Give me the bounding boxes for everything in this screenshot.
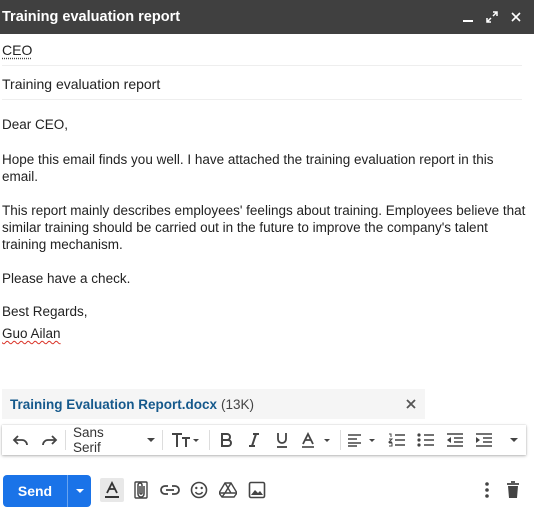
attachment-filename[interactable]: Training Evaluation Report.docx: [10, 397, 217, 412]
redo-icon[interactable]: [38, 430, 60, 450]
toolbar-divider: [209, 430, 210, 450]
closing-text: Best Regards,: [2, 304, 88, 319]
compose-actions-bar: Send: [0, 470, 534, 510]
toolbar-divider: [65, 430, 66, 450]
underline-icon[interactable]: [272, 430, 292, 450]
send-button[interactable]: Send: [3, 475, 91, 507]
send-label: Send: [17, 483, 53, 499]
italic-icon[interactable]: [244, 430, 264, 450]
attachment-size: (13K): [221, 396, 255, 412]
bold-icon[interactable]: [216, 430, 236, 450]
remove-attachment-icon[interactable]: [403, 396, 419, 412]
window-controls: [460, 0, 524, 34]
body-paragraph-2: This report mainly describes employees' …: [2, 203, 526, 252]
undo-icon[interactable]: [10, 430, 32, 450]
subject-field[interactable]: Training evaluation report: [2, 68, 522, 100]
google-drive-icon[interactable]: [217, 479, 239, 501]
font-family-select[interactable]: Sans Serif: [73, 425, 133, 455]
minimize-icon[interactable]: [460, 9, 476, 25]
body-paragraph-3: Please have a check.: [2, 271, 131, 286]
recipients-field[interactable]: CEO: [2, 34, 522, 66]
fullscreen-icon[interactable]: [484, 9, 500, 25]
compose-title: Training evaluation report: [2, 9, 181, 25]
numbered-list-icon[interactable]: [387, 430, 407, 450]
attachment-chip[interactable]: Training Evaluation Report.docx (13K): [2, 389, 425, 419]
message-body[interactable]: Dear CEO, Hope this email finds you well…: [2, 108, 526, 342]
close-icon[interactable]: [508, 9, 524, 25]
indent-less-icon[interactable]: [445, 430, 465, 450]
insert-link-icon[interactable]: [159, 479, 181, 501]
toolbar-divider: [340, 430, 341, 450]
greeting-text: Dear CEO,: [2, 117, 69, 132]
indent-more-icon[interactable]: [474, 430, 494, 450]
toolbar-divider: [162, 430, 163, 450]
formatting-options-icon[interactable]: [100, 478, 124, 502]
subject-text: Training evaluation report: [2, 75, 161, 92]
bulleted-list-icon[interactable]: [416, 430, 436, 450]
insert-photo-icon[interactable]: [246, 479, 268, 501]
compose-title-bar[interactable]: Training evaluation report: [0, 0, 534, 34]
discard-draft-icon[interactable]: [502, 479, 524, 501]
font-dropdown-icon[interactable]: [145, 430, 157, 450]
more-options-icon[interactable]: [476, 479, 498, 501]
attach-file-icon[interactable]: [130, 479, 152, 501]
signature-name: Guo Ailan: [2, 326, 61, 341]
signature-text: Guo Ailan: [2, 325, 526, 342]
body-paragraph-1: Hope this email finds you well. I have a…: [2, 152, 494, 184]
more-formatting-icon[interactable]: [507, 430, 521, 450]
recipient-chip[interactable]: CEO: [2, 42, 32, 58]
align-icon[interactable]: [346, 430, 380, 450]
insert-emoji-icon[interactable]: [188, 479, 210, 501]
font-size-icon[interactable]: [169, 430, 203, 450]
formatting-toolbar: Sans Serif: [2, 425, 526, 455]
text-color-icon[interactable]: [300, 430, 334, 450]
send-options-icon[interactable]: [67, 475, 91, 507]
